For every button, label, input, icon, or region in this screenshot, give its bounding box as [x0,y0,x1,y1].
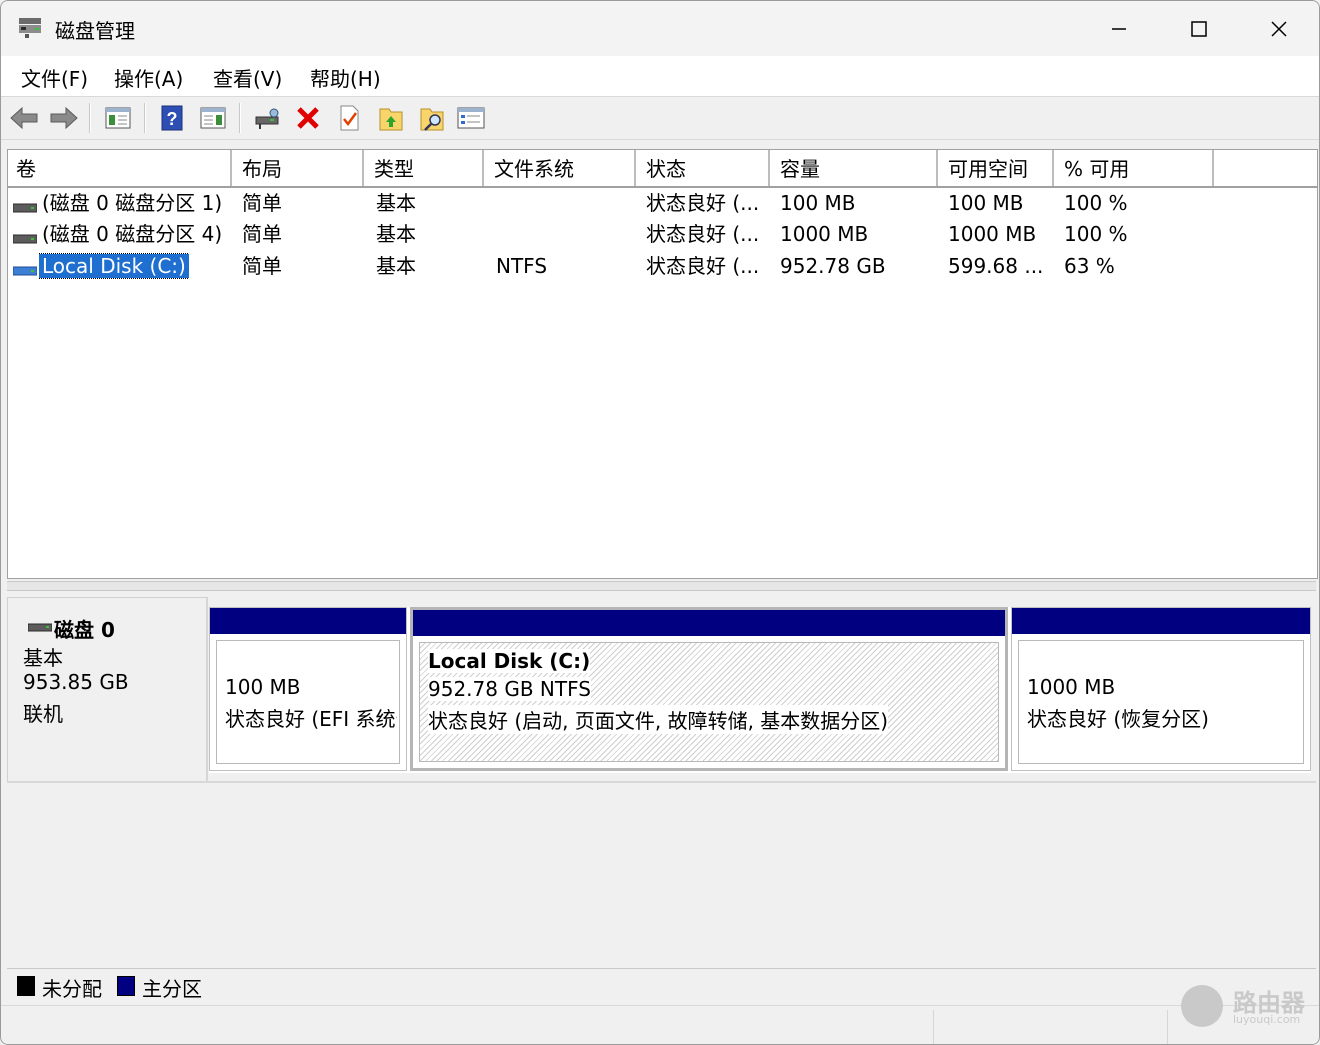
legend-label-primary: 主分区 [142,977,202,1001]
column-header-filesystem[interactable]: 文件系统 [486,150,636,186]
volume-layout: 简单 [242,254,282,278]
close-button[interactable] [1239,1,1319,56]
connect-disk-icon[interactable] [252,103,282,133]
legend-label-unallocated: 未分配 [42,977,102,1001]
volume-capacity: 1000 MB [780,222,869,246]
volume-percent-free: 100 % [1064,191,1128,215]
column-header-capacity[interactable]: 容量 [772,150,938,186]
disk-management-icon [17,15,43,39]
legend: 未分配 主分区 [7,968,1316,1003]
drive-icon [12,198,38,213]
disk-icon [27,618,53,632]
partition-size: 1000 MB [1027,675,1116,699]
menu-action[interactable]: 操作(A) [114,63,183,92]
menu-file[interactable]: 文件(F) [21,63,88,92]
column-header-free-space[interactable]: 可用空间 [940,150,1054,186]
volume-name: (磁盘 0 磁盘分区 4) [42,222,223,246]
disk-info-panel[interactable]: 磁盘 0 基本 953.85 GB 联机 [7,597,208,783]
back-icon[interactable] [9,103,39,133]
search-icon[interactable] [417,103,447,133]
partition-title: Local Disk (C:) [428,649,591,673]
volume-status: 状态良好 (... [646,254,760,278]
volume-status: 状态良好 (... [646,191,760,215]
column-header-status[interactable]: 状态 [638,150,770,186]
volume-status: 状态良好 (... [646,222,760,246]
partition-local-disk-c[interactable]: Local Disk (C:) 952.78 GB NTFS 状态良好 (启动,… [410,607,1008,771]
title-bar: 磁盘管理 [1,1,1319,56]
volume-list: 卷 布局 类型 文件系统 状态 容量 可用空间 % 可用 (磁盘 0 磁盘分区 … [7,149,1318,579]
volume-name: Local Disk (C:) [39,253,189,279]
volume-percent-free: 100 % [1064,222,1128,246]
partition-status: 状态良好 (EFI 系统分区) [225,707,397,731]
volume-type: 基本 [376,191,416,215]
column-header-layout[interactable]: 布局 [234,150,364,186]
partition-status: 状态良好 (启动, 页面文件, 故障转储, 基本数据分区) [428,705,889,734]
disk-name: 磁盘 0 [54,618,115,642]
volume-type: 基本 [376,222,416,246]
table-row[interactable]: (磁盘 0 磁盘分区 1) 简单 基本 状态良好 (... 100 MB 100… [8,187,1317,219]
checkmark-icon[interactable] [334,103,364,133]
disk-kind: 基本 [23,646,63,670]
column-header-volume[interactable]: 卷 [8,150,232,186]
legend-swatch-unallocated [17,976,35,996]
volume-layout: 简单 [242,222,282,246]
volume-filesystem: NTFS [496,254,548,278]
svg-text:?: ? [167,109,178,129]
volume-name: (磁盘 0 磁盘分区 1) [42,191,223,215]
column-header-type[interactable]: 类型 [366,150,484,186]
status-bar [1,1005,1319,1044]
disk-size: 953.85 GB [23,670,129,694]
disk-management-window: 磁盘管理 文件(F) 操作(A) 查看(V) 帮助(H) ? 卷 布局 类型 文… [0,0,1320,1045]
folder-up-icon[interactable] [376,103,406,133]
volume-free-space: 1000 MB [948,222,1037,246]
partition-status: 状态良好 (恢复分区) [1027,707,1209,731]
volume-capacity: 952.78 GB [780,254,886,278]
watermark-url: luyouqi.com [1233,1013,1301,1026]
minimize-button[interactable] [1079,1,1159,56]
menu-view[interactable]: 查看(V) [213,63,282,92]
partition-size: 952.78 GB NTFS [428,677,591,701]
action-pane-icon[interactable] [198,103,228,133]
volume-percent-free: 63 % [1064,254,1115,278]
table-row-selected[interactable]: Local Disk (C:) 简单 基本 NTFS 状态良好 (... 952… [8,250,1317,282]
maximize-button[interactable] [1159,1,1239,56]
partition-recovery[interactable]: 1000 MB 状态良好 (恢复分区) [1011,607,1311,771]
legend-swatch-primary [117,976,135,996]
menu-help[interactable]: 帮助(H) [310,63,381,92]
volume-type: 基本 [376,254,416,278]
list-header: 卷 布局 类型 文件系统 状态 容量 可用空间 % 可用 [8,150,1317,188]
toolbar: ? [1,96,1319,140]
watermark: 路由器 luyouqi.com [1181,981,1317,1031]
volume-capacity: 100 MB [780,191,856,215]
partition-strip: 100 MB 状态良好 (EFI 系统分区) Local Disk (C:) 9… [209,607,1311,773]
volume-layout: 简单 [242,191,282,215]
window-title: 磁盘管理 [55,19,135,43]
router-logo-icon [1181,985,1223,1027]
disk-graphical-view: 磁盘 0 基本 953.85 GB 联机 100 MB 状态良好 (EFI 系统… [7,597,1316,967]
partition-size: 100 MB [225,675,301,699]
disk-state: 联机 [23,702,63,726]
forward-icon[interactable] [49,103,79,133]
menu-bar: 文件(F) 操作(A) 查看(V) 帮助(H) [1,56,1319,96]
drive-icon [12,261,38,276]
pane-splitter[interactable] [7,581,1316,591]
delete-icon[interactable] [293,103,323,133]
partition-efi[interactable]: 100 MB 状态良好 (EFI 系统分区) [209,607,407,771]
help-icon[interactable]: ? [157,103,187,133]
properties-icon[interactable] [456,103,486,133]
volume-free-space: 599.68 ... [948,254,1044,278]
console-tree-icon[interactable] [103,103,133,133]
drive-icon [12,229,38,244]
table-row[interactable]: (磁盘 0 磁盘分区 4) 简单 基本 状态良好 (... 1000 MB 10… [8,218,1317,250]
volume-free-space: 100 MB [948,191,1024,215]
column-header-percent-free[interactable]: % 可用 [1056,150,1214,186]
